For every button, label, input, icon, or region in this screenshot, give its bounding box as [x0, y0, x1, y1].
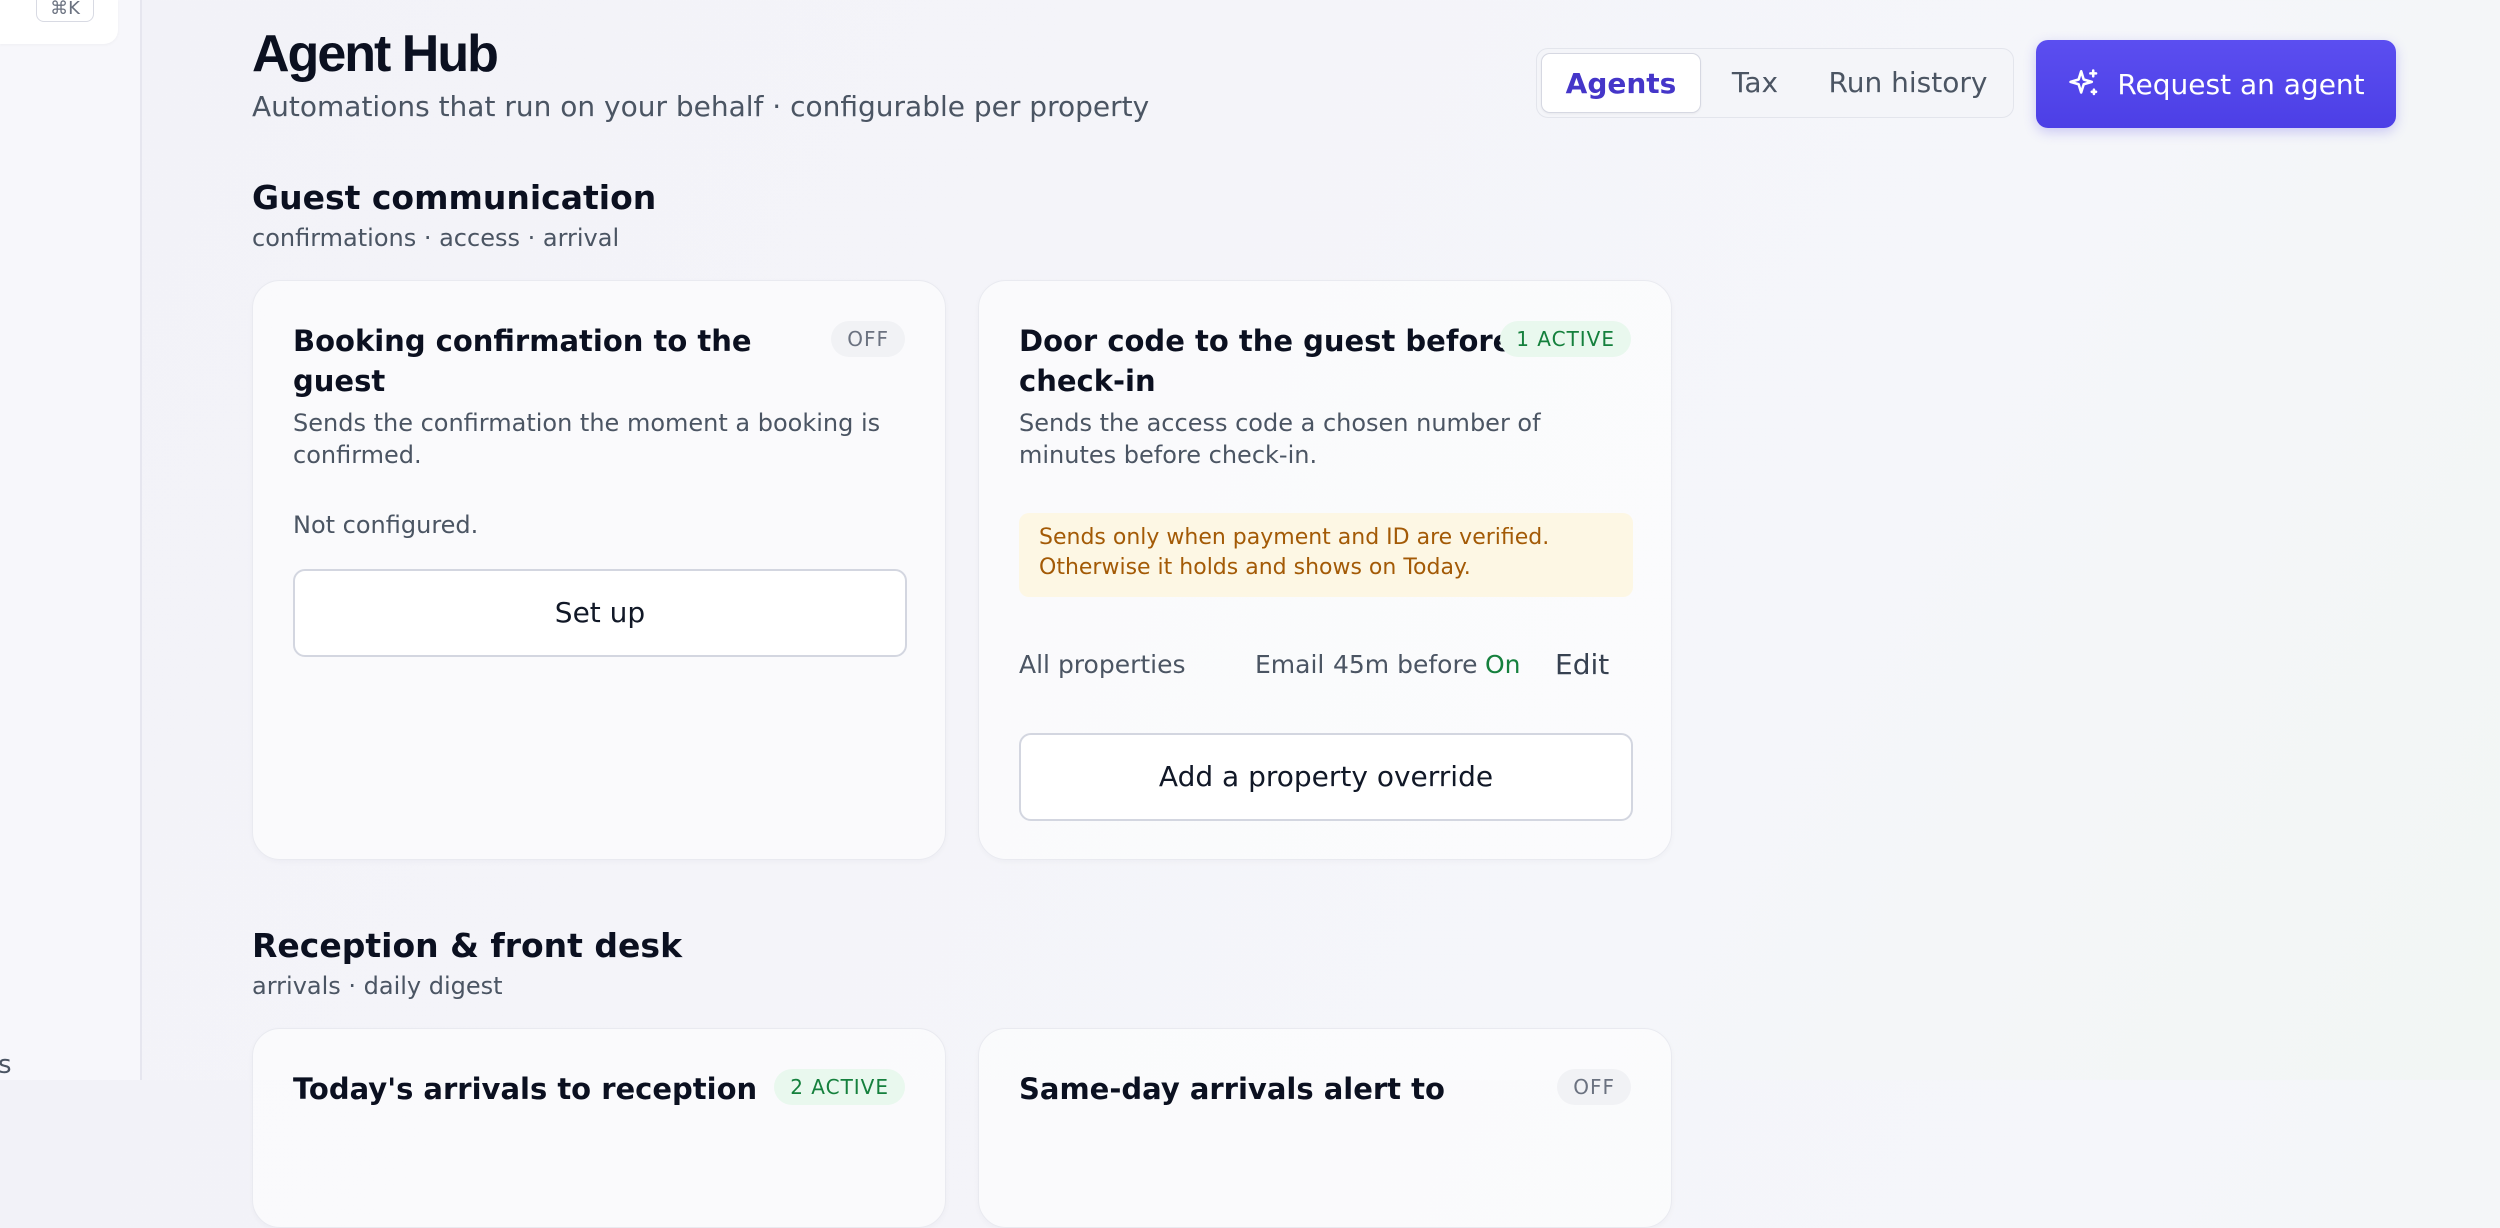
section-title: Reception & front desk: [252, 926, 683, 965]
view-tabs: Agents Tax Run history: [1536, 48, 2014, 118]
tab-run-history[interactable]: Run history: [1807, 53, 2009, 113]
card-title: Booking confirmation to the guest: [293, 324, 752, 398]
agent-card-booking-confirmation: Booking confirmation to the guest OFF Se…: [252, 280, 946, 860]
status-badge: OFF: [831, 321, 905, 357]
rule-channel: Email: [1255, 650, 1325, 679]
command-palette-trigger[interactable]: ⌘K: [0, 0, 118, 44]
shortcut-key: ⌘K: [36, 0, 94, 22]
set-up-button[interactable]: Set up: [293, 569, 907, 657]
section-subtitle: confirmations · access · arrival: [252, 224, 620, 252]
card-description: Sends the access code a chosen number of…: [1019, 409, 1541, 469]
add-property-override-button[interactable]: Add a property override: [1019, 733, 1633, 821]
verification-notice: Sends only when payment and ID are verif…: [1019, 513, 1633, 597]
sidebar: ⌘K s: [0, 0, 142, 1080]
edit-rule-button[interactable]: Edit: [1555, 645, 1609, 685]
card-title: Today's arrivals to reception: [293, 1072, 758, 1106]
status-badge: OFF: [1557, 1069, 1631, 1105]
agent-card-arrivals-reception: Today's arrivals to reception 2 ACTIVE: [252, 1028, 946, 1228]
config-status: Not configured.: [293, 511, 479, 539]
agent-card-same-day-alert: Same-day arrivals alert to OFF: [978, 1028, 1672, 1228]
main-content: Agent Hub Automations that run on your b…: [252, 0, 2500, 1228]
card-description: Sends the confirmation the moment a book…: [293, 409, 881, 469]
section-title: Guest communication: [252, 178, 657, 217]
sidebar-item-label[interactable]: s: [0, 1050, 12, 1080]
rule-scope: All properties: [1019, 650, 1186, 679]
request-agent-button[interactable]: Request an agent: [2036, 40, 2396, 128]
card-title: Door code to the guest before check-in: [1019, 324, 1513, 398]
status-badge: 2 ACTIVE: [774, 1069, 905, 1105]
rule-timing: 45m before: [1333, 650, 1478, 679]
status-badge: 1 ACTIVE: [1500, 321, 1631, 357]
agent-card-door-code: Door code to the guest before check-in 1…: [978, 280, 1672, 860]
tab-agents[interactable]: Agents: [1541, 53, 1701, 113]
tab-tax[interactable]: Tax: [1707, 53, 1803, 113]
card-title: Same-day arrivals alert to: [1019, 1072, 1445, 1106]
rule-status: On: [1485, 650, 1521, 679]
sparkle-icon: [2069, 69, 2098, 96]
section-subtitle: arrivals · daily digest: [252, 972, 503, 1000]
page-subtitle: Automations that run on your behalf · co…: [252, 90, 1150, 123]
request-agent-label: Request an agent: [2117, 67, 2365, 101]
rule-row: All properties Email 45m before On Edit: [1019, 645, 1633, 685]
page-title: Agent Hub: [252, 25, 499, 83]
